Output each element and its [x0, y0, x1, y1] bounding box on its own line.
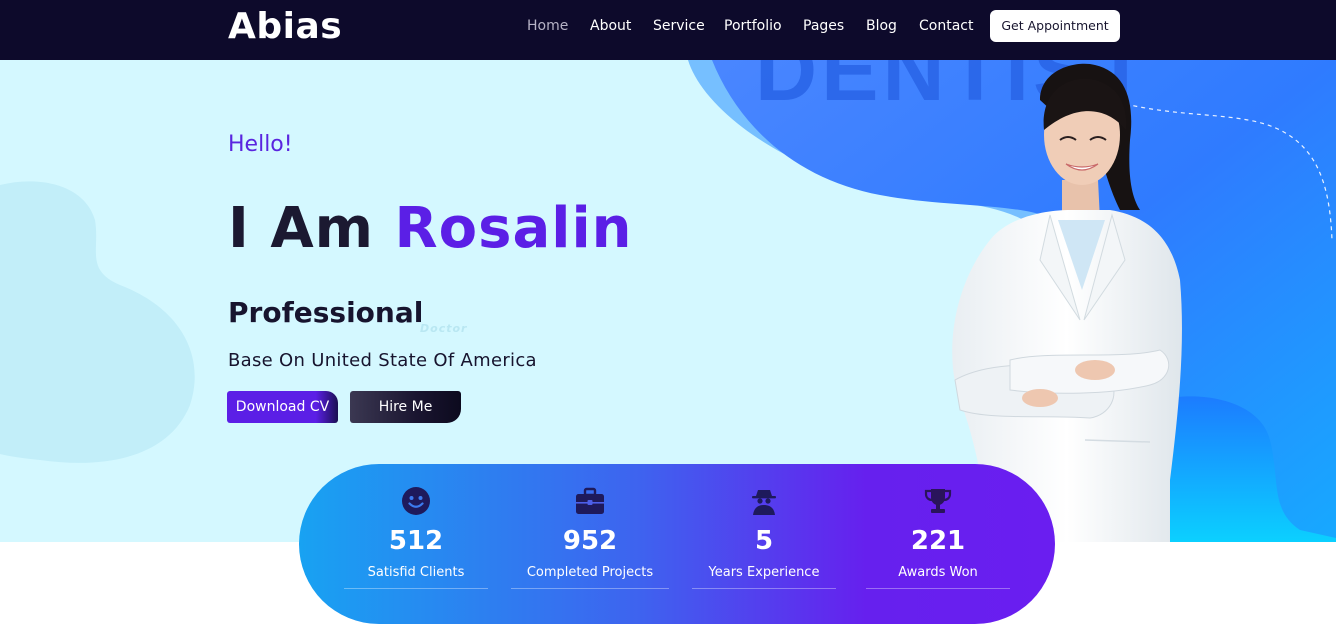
stat-value: 952 — [562, 526, 618, 556]
hero-location: Base On United State Of America — [228, 350, 537, 371]
briefcase-icon — [576, 487, 604, 514]
headline-prefix: I Am — [228, 196, 395, 261]
hero-headline: I Am Rosalin — [228, 196, 633, 261]
stat-label: Satisfid Clients — [367, 565, 465, 580]
nav-service[interactable]: Service — [653, 16, 705, 36]
hero-name: Rosalin — [394, 196, 633, 261]
download-cv-button[interactable]: Download CV — [227, 391, 338, 423]
smile-icon — [402, 487, 430, 515]
stat-clients: 512 Satisfid Clients — [344, 464, 488, 624]
stat-divider — [344, 588, 488, 589]
get-appointment-button[interactable]: Get Appointment — [990, 10, 1120, 42]
stat-label: Years Experience — [708, 565, 820, 580]
stat-divider — [692, 588, 836, 589]
nav-home[interactable]: Home — [527, 16, 568, 36]
stat-divider — [511, 588, 669, 589]
stat-label: Awards Won — [898, 565, 978, 580]
stat-awards: 221 Awards Won — [866, 464, 1010, 624]
stat-label: Completed Projects — [526, 565, 654, 580]
hero-role-ghost: Doctor — [420, 322, 468, 335]
spy-user-icon — [752, 490, 776, 515]
stat-value: 512 — [388, 526, 444, 556]
nav-portfolio[interactable]: Portfolio — [724, 16, 782, 36]
stat-value: 5 — [754, 526, 774, 556]
stat-value: 221 — [910, 526, 966, 556]
navbar: Abias Home About Service Portfolio Pages… — [0, 0, 1336, 60]
stat-projects: 952 Completed Projects — [511, 464, 669, 624]
stat-experience: 5 Years Experience — [692, 464, 836, 624]
stats-bar: 512 Satisfid Clients 952 Completed Proje… — [299, 464, 1055, 624]
hero-greeting: Hello! — [228, 132, 293, 157]
trophy-icon — [924, 489, 952, 513]
site-logo[interactable]: Abias — [228, 6, 342, 47]
nav-contact[interactable]: Contact — [919, 16, 973, 36]
nav-pages[interactable]: Pages — [803, 16, 844, 36]
stat-divider — [866, 588, 1010, 589]
hero-role: Professional — [228, 296, 424, 329]
hire-me-button[interactable]: Hire Me — [350, 391, 461, 423]
nav-blog[interactable]: Blog — [866, 16, 897, 36]
nav-about[interactable]: About — [590, 16, 631, 36]
left-decor-blob — [0, 181, 195, 463]
